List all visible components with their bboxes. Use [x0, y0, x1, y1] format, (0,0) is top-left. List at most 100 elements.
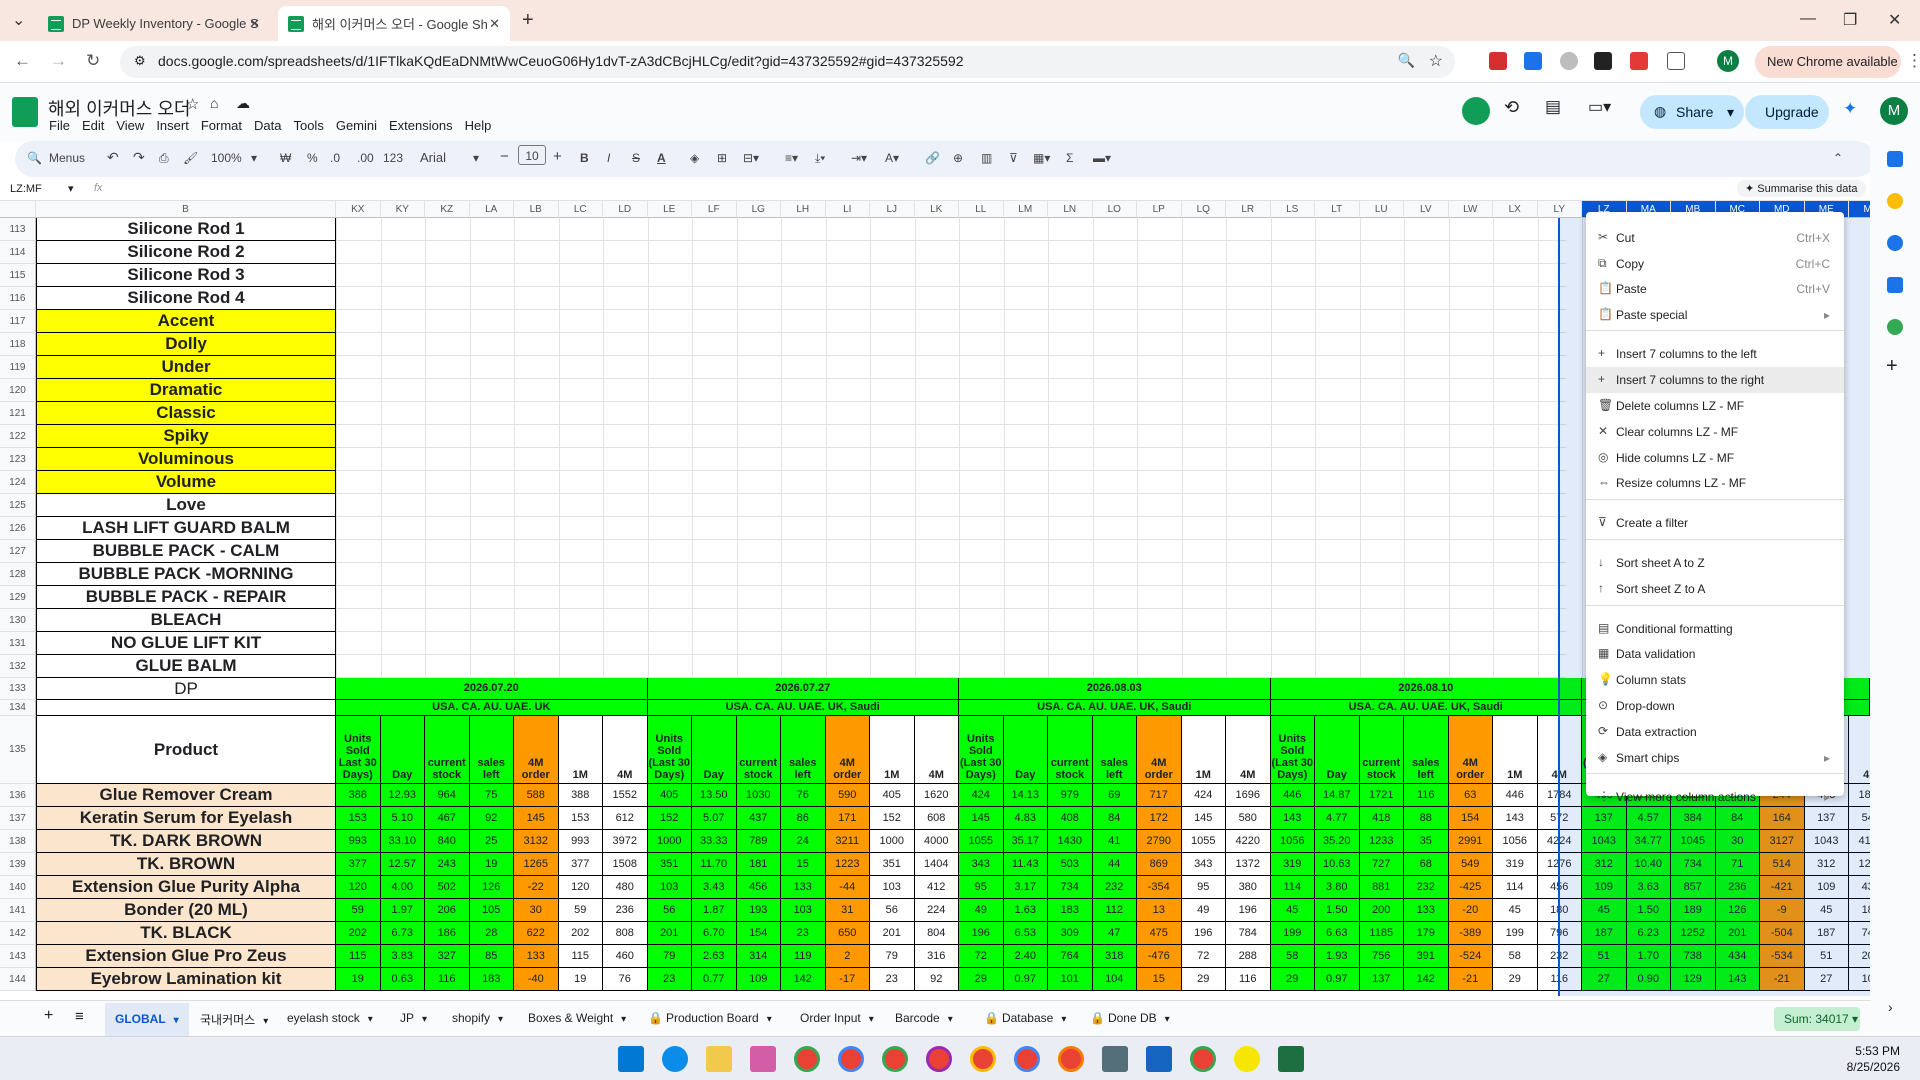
add-sheet-icon[interactable]: +: [44, 1007, 53, 1025]
row-header[interactable]: 132: [0, 655, 36, 678]
data-cell[interactable]: 120: [336, 876, 381, 899]
data-cell[interactable]: 1185: [1359, 922, 1404, 945]
data-cell[interactable]: 424: [959, 784, 1004, 807]
data-cell[interactable]: 25: [469, 830, 514, 853]
kakaotalk-icon[interactable]: [1234, 1046, 1260, 1072]
blank-cell[interactable]: [36, 700, 336, 716]
data-cell[interactable]: 23: [781, 922, 826, 945]
data-cell[interactable]: 437: [736, 807, 781, 830]
back-icon[interactable]: ←: [14, 51, 31, 71]
search-menus-icon[interactable]: 🔍: [27, 151, 42, 165]
week-date-cell[interactable]: 2026.07.27: [647, 678, 959, 700]
data-cell[interactable]: 152: [870, 807, 915, 830]
column-header[interactable]: LF: [692, 201, 737, 218]
row-header[interactable]: 139: [0, 853, 36, 876]
data-cell[interactable]: 5.07: [692, 807, 737, 830]
data-cell[interactable]: 456: [736, 876, 781, 899]
product-label-cell[interactable]: Accent: [36, 310, 336, 333]
data-cell[interactable]: 4.77: [1315, 807, 1360, 830]
column-header[interactable]: KY: [380, 201, 425, 218]
data-cell[interactable]: 56: [647, 899, 692, 922]
font-chevron-down-icon[interactable]: ▾: [473, 151, 479, 165]
product-label-cell[interactable]: NO GLUE LIFT KIT: [36, 632, 336, 655]
data-cell[interactable]: 236: [603, 899, 648, 922]
row-header[interactable]: 120: [0, 379, 36, 402]
product-label-cell[interactable]: Silicone Rod 1: [36, 218, 336, 241]
menu-item-clear-columns-lz-mf[interactable]: ✕ Clear columns LZ - MF: [1586, 419, 1844, 445]
data-cell[interactable]: 4.00: [380, 876, 425, 899]
menu-item-column-stats[interactable]: 💡 Column stats: [1586, 667, 1844, 693]
dp-label-cell[interactable]: DP: [36, 678, 336, 700]
extension-icon[interactable]: [1489, 52, 1507, 70]
data-cell[interactable]: 72: [1181, 945, 1226, 968]
data-cell[interactable]: -40: [514, 968, 559, 991]
browser-tab-1[interactable]: DP Weekly Inventory - Google S ✕: [38, 6, 270, 41]
data-cell[interactable]: 116: [1404, 784, 1449, 807]
menu-item-delete-columns-lz-mf[interactable]: 🗑 Delete columns LZ - MF: [1586, 393, 1844, 419]
row-header[interactable]: 131: [0, 632, 36, 655]
data-cell[interactable]: 186: [425, 922, 470, 945]
product-label-cell[interactable]: GLUE BALM: [36, 655, 336, 678]
data-cell[interactable]: -476: [1137, 945, 1182, 968]
product-name-cell[interactable]: TK. BROWN: [36, 853, 336, 876]
metric-header-cell[interactable]: Units Sold (Last 30 Days): [959, 716, 1004, 784]
filter-views-icon[interactable]: ▦▾: [1033, 151, 1050, 165]
data-cell[interactable]: -17: [825, 968, 870, 991]
row-header[interactable]: 123: [0, 448, 36, 471]
data-cell[interactable]: 309: [1048, 922, 1093, 945]
region-cell[interactable]: USA. CA. AU. UAE. UK, Saudi: [647, 700, 959, 716]
row-header[interactable]: 113: [0, 218, 36, 241]
sheet-tab-6[interactable]: 🔒 Production Board ▾: [648, 1011, 772, 1025]
menu-extensions[interactable]: Extensions: [389, 118, 453, 133]
site-info-icon[interactable]: ⚙: [134, 53, 146, 69]
menu-item-drop-down[interactable]: ⊙ Drop-down: [1586, 693, 1844, 719]
product-label-cell[interactable]: Dramatic: [36, 379, 336, 402]
data-cell[interactable]: 1000: [870, 830, 915, 853]
data-cell[interactable]: 23: [870, 968, 915, 991]
data-cell[interactable]: -22: [514, 876, 559, 899]
data-cell[interactable]: 412: [914, 876, 959, 899]
data-cell[interactable]: 964: [425, 784, 470, 807]
metric-header-cell[interactable]: Units Sold (Last 30 Days): [647, 716, 692, 784]
metric-header-cell[interactable]: 1M: [1493, 716, 1538, 784]
reload-icon[interactable]: ↻: [86, 51, 100, 71]
expand-panel-icon[interactable]: ›: [1888, 999, 1893, 1015]
data-cell[interactable]: 15: [781, 853, 826, 876]
data-cell[interactable]: 734: [1048, 876, 1093, 899]
row-header[interactable]: 135: [0, 716, 36, 784]
product-label-cell[interactable]: Volume: [36, 471, 336, 494]
add-on-plus-icon[interactable]: +: [1886, 355, 1898, 378]
row-header[interactable]: 122: [0, 425, 36, 448]
data-cell[interactable]: 6.73: [380, 922, 425, 945]
data-cell[interactable]: 45: [1270, 899, 1315, 922]
column-header[interactable]: LY: [1537, 201, 1582, 218]
data-cell[interactable]: 115: [558, 945, 603, 968]
close-tab-icon[interactable]: ✕: [249, 16, 260, 32]
data-cell[interactable]: 2.40: [1003, 945, 1048, 968]
menu-view[interactable]: View: [116, 118, 144, 133]
column-header[interactable]: LN: [1048, 201, 1093, 218]
increase-decimal-button[interactable]: .00: [357, 151, 374, 165]
restore-icon[interactable]: ❐: [1843, 10, 1857, 30]
metric-header-cell[interactable]: 1M: [558, 716, 603, 784]
product-label-cell[interactable]: Silicone Rod 3: [36, 264, 336, 287]
data-cell[interactable]: 2.63: [692, 945, 737, 968]
data-cell[interactable]: 85: [469, 945, 514, 968]
data-cell[interactable]: 1265: [514, 853, 559, 876]
column-header[interactable]: LT: [1315, 201, 1360, 218]
data-cell[interactable]: 120: [558, 876, 603, 899]
menu-item-sort-sheet-a-to-z[interactable]: ↓ Sort sheet A to Z: [1586, 550, 1844, 576]
version-history-icon[interactable]: ⟲: [1504, 97, 1519, 118]
decrease-font-size-icon[interactable]: −: [500, 148, 509, 165]
data-cell[interactable]: 29: [1493, 968, 1538, 991]
data-cell[interactable]: 784: [1226, 922, 1271, 945]
metric-header-cell[interactable]: Day: [380, 716, 425, 784]
data-cell[interactable]: 808: [603, 922, 648, 945]
forward-icon[interactable]: →: [50, 51, 67, 71]
data-cell[interactable]: 58: [1270, 945, 1315, 968]
data-cell[interactable]: -21: [1448, 968, 1493, 991]
extension-icon[interactable]: [1560, 52, 1578, 70]
region-cell[interactable]: USA. CA. AU. UAE. UK, Saudi: [959, 700, 1271, 716]
data-cell[interactable]: 3.43: [692, 876, 737, 899]
url-field[interactable]: ⚙ docs.google.com/spreadsheets/d/1IFTlka…: [120, 46, 1455, 78]
